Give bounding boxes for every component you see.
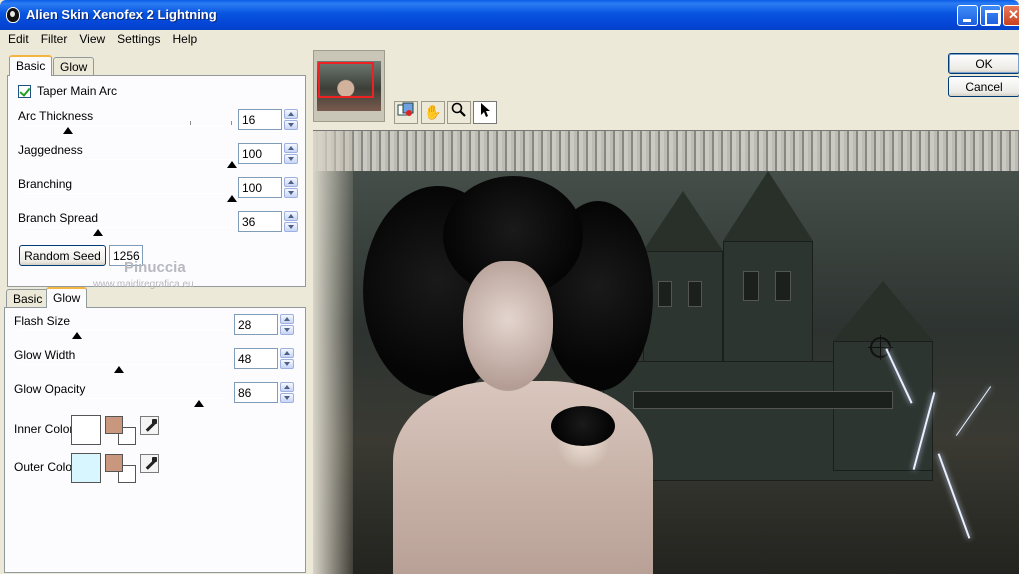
hand-icon[interactable]: ✋ (421, 101, 445, 124)
flash-size-thumb[interactable] (71, 332, 82, 339)
jaggedness-input[interactable]: 100 (238, 143, 282, 164)
preview-canvas[interactable] (313, 130, 1019, 574)
title-bar[interactable]: Alien Skin Xenofex 2 Lightning (0, 0, 1019, 30)
inner-color-label: Inner Color (14, 422, 74, 436)
close-button[interactable] (1003, 5, 1019, 26)
arc-thickness-label: Arc Thickness (18, 109, 94, 123)
flash-size-label: Flash Size (14, 314, 71, 328)
ok-button[interactable]: OK (948, 53, 1019, 74)
branch-spread-thumb[interactable] (92, 229, 103, 236)
inner-color-sample[interactable] (105, 416, 123, 434)
jaggedness-label: Jaggedness (18, 143, 83, 157)
arc-thickness-spinner[interactable] (284, 109, 298, 130)
outer-eyedropper-icon[interactable] (140, 454, 159, 473)
branching-track[interactable] (22, 193, 232, 194)
preview-frame-edge (313, 131, 1019, 171)
watermark-name: Pinuccia (124, 259, 186, 276)
house-window (658, 281, 672, 307)
arc-thickness-track[interactable] (22, 121, 232, 126)
flash-size-spinner[interactable] (280, 314, 294, 335)
slider-tick (190, 121, 191, 125)
house-window (775, 271, 791, 301)
cancel-button[interactable]: Cancel (948, 76, 1019, 97)
thumbnail-selection[interactable] (318, 62, 374, 98)
house-roof (643, 191, 723, 251)
flash-size-input[interactable]: 28 (234, 314, 278, 335)
minimize-button[interactable] (957, 5, 978, 26)
jaggedness-spinner[interactable] (284, 143, 298, 164)
controls-panel: Basic Glow Taper Main Arc Arc Thickness … (0, 48, 311, 574)
house-balcony (633, 391, 893, 409)
outer-color-swatch[interactable] (71, 453, 101, 483)
tab-glow-lower[interactable]: Glow (46, 287, 88, 308)
branching-input[interactable]: 100 (238, 177, 282, 198)
tab-basic-lower[interactable]: Basic (6, 289, 50, 308)
tab-basic[interactable]: Basic (9, 55, 53, 76)
pointer-icon[interactable] (473, 101, 497, 124)
taper-main-arc-checkbox[interactable] (18, 85, 31, 98)
menu-view[interactable]: View (73, 30, 111, 48)
branch-spread-input[interactable]: 36 (238, 211, 282, 232)
house-roof (833, 281, 933, 341)
glow-width-thumb[interactable] (113, 366, 124, 373)
lightning-bolt (937, 453, 971, 539)
window-title: Alien Skin Xenofex 2 Lightning (26, 7, 217, 22)
compare-icon[interactable] (394, 101, 418, 124)
jaggedness-track[interactable] (22, 159, 232, 160)
branching-thumb[interactable] (227, 195, 237, 202)
glow-opacity-label: Glow Opacity (14, 382, 86, 396)
branching-label: Branching (18, 177, 73, 191)
random-seed-button[interactable]: Random Seed (19, 245, 106, 266)
menu-edit[interactable]: Edit (2, 30, 35, 48)
maximize-button[interactable] (980, 5, 1001, 26)
glow-opacity-thumb[interactable] (193, 400, 204, 407)
branch-spread-label: Branch Spread (18, 211, 99, 225)
watermark-url: www.maidiregrafica.eu (93, 279, 194, 290)
menu-help[interactable]: Help (167, 30, 204, 48)
arc-thickness-thumb[interactable] (63, 127, 74, 134)
jaggedness-thumb[interactable] (227, 161, 237, 168)
figure-body (393, 381, 653, 574)
figure-face (463, 261, 553, 391)
glow-opacity-spinner[interactable] (280, 382, 294, 403)
house-window (688, 281, 702, 307)
alien-skin-icon (6, 7, 20, 23)
menu-filter[interactable]: Filter (35, 30, 74, 48)
glow-width-track[interactable] (18, 364, 228, 365)
navigator-thumbnail[interactable] (313, 50, 385, 122)
house-roof (723, 171, 813, 241)
glow-opacity-track[interactable] (18, 398, 228, 399)
zoom-icon[interactable] (447, 101, 471, 124)
lightning-branch (955, 386, 992, 436)
inner-eyedropper-icon[interactable] (140, 416, 159, 435)
branching-spinner[interactable] (284, 177, 298, 198)
tab-glow[interactable]: Glow (53, 57, 95, 76)
house-window (743, 271, 759, 301)
glow-tab-page (4, 307, 306, 573)
branch-spread-spinner[interactable] (284, 211, 298, 232)
branch-spread-track[interactable] (22, 227, 232, 228)
glow-width-label: Glow Width (14, 348, 76, 362)
slider-tick (231, 121, 232, 125)
preview-left-edge (313, 131, 353, 574)
taper-main-arc-label: Taper Main Arc (37, 84, 118, 98)
menu-settings[interactable]: Settings (111, 30, 166, 48)
outer-color-label: Outer Color (14, 460, 77, 474)
arc-thickness-input[interactable]: 16 (238, 109, 282, 130)
flash-size-track[interactable] (18, 330, 228, 331)
glow-width-input[interactable]: 48 (234, 348, 278, 369)
inner-color-swatch[interactable] (71, 415, 101, 445)
menu-bar: Edit Filter View Settings Help (0, 30, 1019, 48)
glow-width-spinner[interactable] (280, 348, 294, 369)
glow-opacity-input[interactable]: 86 (234, 382, 278, 403)
outer-color-sample[interactable] (105, 454, 123, 472)
doll-hair (551, 406, 615, 446)
